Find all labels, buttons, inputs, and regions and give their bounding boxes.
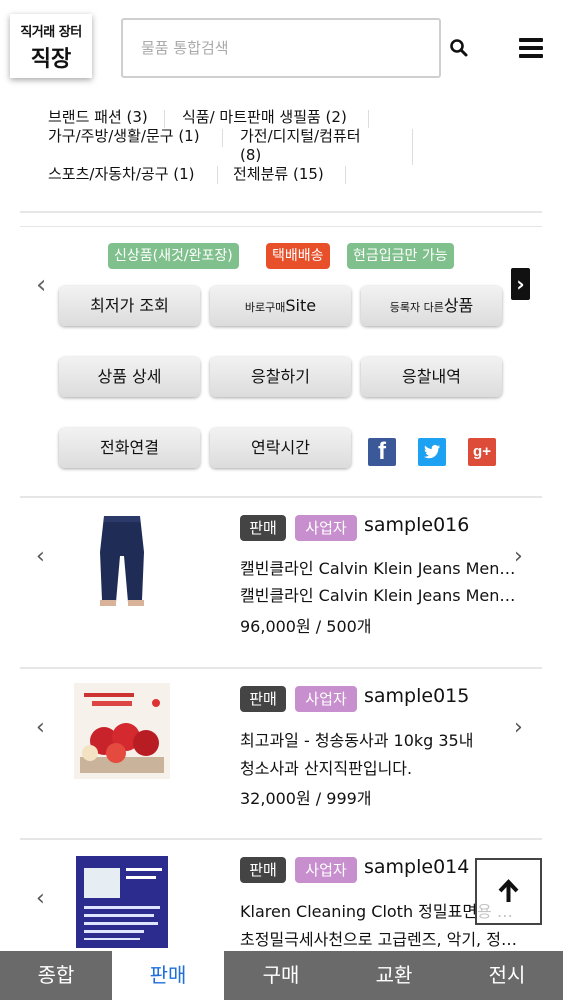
- product-image-shorts[interactable]: [74, 512, 170, 608]
- cash-only-tag: 현금입금만 가능: [347, 243, 454, 269]
- nav-label: 판매: [149, 963, 187, 987]
- button-label: 응찰하기: [251, 367, 310, 386]
- category-item[interactable]: 가구/주방/생활/문구 (1): [48, 127, 200, 146]
- nav-tab-exhibit[interactable]: 전시: [451, 951, 563, 1000]
- nav-tab-buy[interactable]: 구매: [225, 951, 337, 1000]
- product-subtitle: 청소사과 산지직판입니다.: [240, 759, 413, 778]
- button-label: 응찰내역: [402, 367, 461, 386]
- facebook-letter: f: [378, 438, 386, 465]
- sell-badge: 판매: [240, 515, 286, 541]
- button-label: Site: [285, 296, 317, 315]
- button-label: 연락시간: [251, 438, 310, 457]
- category-item[interactable]: 식품/ 마트판매 생필품 (2): [182, 108, 347, 127]
- divider: [20, 226, 542, 227]
- logo-title: 직장: [30, 47, 72, 72]
- sell-badge: 판매: [240, 686, 286, 712]
- nav-tab-overview[interactable]: 종합: [0, 951, 112, 1000]
- product-image-cleaning-cloth[interactable]: [74, 854, 170, 950]
- contact-time-button[interactable]: 연락시간: [210, 428, 351, 468]
- chevron-left-icon[interactable]: ‹: [36, 270, 46, 300]
- product-price: 96,000원 / 500개: [240, 617, 372, 636]
- search-input[interactable]: [121, 18, 441, 78]
- bid-button[interactable]: 응찰하기: [210, 357, 351, 397]
- chevron-left-icon[interactable]: ‹: [36, 715, 45, 740]
- new-product-tag: 신상품(새것/완포장): [108, 243, 239, 269]
- google-plus-icon[interactable]: g+: [468, 438, 496, 466]
- product-image-apples[interactable]: [74, 683, 170, 779]
- delivery-tag: 택배배송: [266, 243, 330, 269]
- category-item[interactable]: 스포츠/자동차/공구 (1): [48, 165, 195, 184]
- product-subtitle: 초정밀극세사천으로 고급렌즈, 악기, 정…: [240, 930, 517, 949]
- bid-history-button[interactable]: 응찰내역: [361, 357, 502, 397]
- bottom-nav: 종합 판매 구매 교환 전시: [0, 951, 563, 1000]
- category-item[interactable]: 브랜드 패션 (3): [48, 108, 148, 127]
- category-item[interactable]: 가전/디지털/컴퓨터: [240, 127, 361, 146]
- nav-label: 교환: [375, 963, 413, 987]
- google-plus-letters: g+: [473, 443, 491, 460]
- button-label: 상품: [443, 296, 474, 315]
- product-title[interactable]: 최고과일 - 청송동사과 10kg 35내: [240, 727, 540, 754]
- call-button[interactable]: 전화연결: [59, 428, 200, 468]
- lowest-price-button[interactable]: 최저가 조회: [59, 286, 200, 326]
- nav-tab-sell[interactable]: 판매: [112, 951, 224, 1000]
- search-icon[interactable]: [447, 36, 471, 60]
- seller-name: sample015: [364, 685, 470, 707]
- nav-label: 전시: [488, 963, 526, 987]
- category-item[interactable]: 전체분류 (15): [233, 165, 324, 184]
- nav-label: 구매: [262, 963, 300, 987]
- chevron-left-icon[interactable]: ‹: [36, 886, 45, 911]
- chevron-right-icon[interactable]: ›: [514, 544, 523, 569]
- button-label-small: 바로구매: [244, 301, 286, 314]
- product-detail-button[interactable]: 상품 상세: [59, 357, 200, 397]
- logo-subtitle: 직거래 장터: [20, 25, 82, 40]
- header: 직거래 장터 직장: [0, 0, 563, 92]
- sell-badge: 판매: [240, 857, 286, 883]
- button-label-small: 등록자 다른: [389, 301, 444, 314]
- divider: [20, 496, 542, 498]
- logo[interactable]: 직거래 장터 직장: [10, 14, 92, 78]
- arrow-up-icon: [498, 879, 519, 902]
- business-badge: 사업자: [295, 857, 357, 883]
- scroll-to-top-button[interactable]: [475, 858, 542, 925]
- seller-other-products-button[interactable]: 등록자 다른상품: [361, 286, 502, 326]
- product-subtitle: 캘빈클라인 Calvin Klein Jeans Men…: [240, 586, 516, 605]
- button-label: 상품 상세: [97, 367, 162, 386]
- nav-label: 종합: [37, 963, 75, 987]
- product-price: 32,000원 / 999개: [240, 789, 372, 808]
- hamburger-menu-icon[interactable]: [519, 38, 543, 58]
- business-badge: 사업자: [295, 686, 357, 712]
- divider: [20, 211, 542, 213]
- business-badge: 사업자: [295, 515, 357, 541]
- chevron-right-icon[interactable]: ›: [511, 268, 530, 300]
- direct-buy-site-button[interactable]: 바로구매Site: [210, 286, 351, 326]
- divider: [20, 667, 542, 669]
- button-label: 최저가 조회: [90, 296, 169, 315]
- seller-name: sample016: [364, 514, 470, 536]
- facebook-icon[interactable]: f: [368, 438, 396, 466]
- product-title[interactable]: 캘빈클라인 Calvin Klein Jeans Men…: [240, 555, 540, 582]
- button-label: 전화연결: [100, 438, 159, 457]
- chevron-right-icon[interactable]: ›: [514, 715, 523, 740]
- twitter-icon[interactable]: [418, 438, 446, 466]
- chevron-left-icon[interactable]: ‹: [36, 544, 45, 569]
- category-item-count[interactable]: (8): [240, 146, 261, 165]
- divider: [20, 838, 542, 840]
- nav-tab-exchange[interactable]: 교환: [338, 951, 450, 1000]
- seller-name: sample014: [364, 856, 470, 878]
